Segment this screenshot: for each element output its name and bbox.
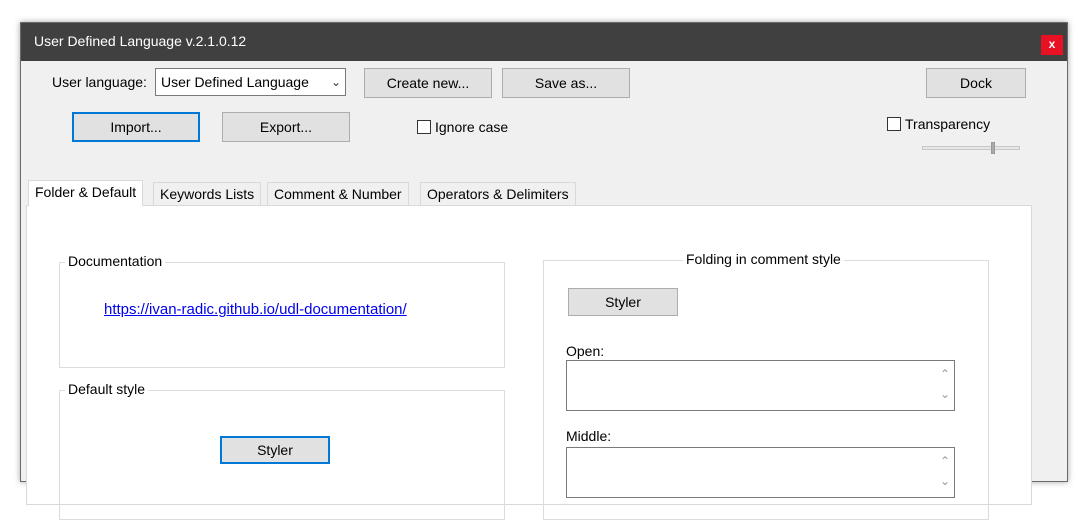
- export-button[interactable]: Export...: [222, 112, 350, 142]
- save-as-button[interactable]: Save as...: [502, 68, 630, 98]
- title-bar[interactable]: User Defined Language v.2.1.0.12 x: [21, 23, 1067, 61]
- import-button[interactable]: Import...: [72, 112, 200, 142]
- scroll-up-icon[interactable]: ⌃: [940, 367, 950, 381]
- dock-button[interactable]: Dock: [926, 68, 1026, 98]
- window-title: User Defined Language v.2.1.0.12: [34, 33, 247, 49]
- open-textarea[interactable]: ⌃ ⌄: [566, 360, 955, 411]
- tab-comment-number[interactable]: Comment & Number: [267, 182, 409, 206]
- user-language-label: User language:: [52, 74, 147, 90]
- user-language-value: User Defined Language: [161, 74, 309, 90]
- scroll-up-icon[interactable]: ⌃: [940, 454, 950, 468]
- documentation-link[interactable]: https://ivan-radic.github.io/udl-documen…: [104, 301, 407, 318]
- tab-keywords-lists[interactable]: Keywords Lists: [153, 182, 262, 206]
- transparency-label: Transparency: [905, 116, 991, 132]
- close-button[interactable]: x: [1041, 35, 1063, 55]
- create-new-button[interactable]: Create new...: [364, 68, 492, 98]
- udl-dialog-window: User Defined Language v.2.1.0.12 x User …: [20, 22, 1068, 520]
- folding-comment-style-legend: Folding in comment style: [683, 251, 844, 267]
- transparency-slider-track[interactable]: [922, 146, 1020, 150]
- documentation-legend: Documentation: [65, 253, 166, 269]
- ignore-case-label: Ignore case: [435, 119, 509, 135]
- scroll-down-icon[interactable]: ⌄: [940, 387, 950, 401]
- middle-label: Middle:: [566, 428, 612, 444]
- transparency-slider-thumb[interactable]: [990, 142, 995, 154]
- middle-textarea[interactable]: ⌃ ⌄: [566, 447, 955, 498]
- default-style-legend: Default style: [65, 381, 149, 397]
- tab-folder-default[interactable]: Folder & Default: [28, 180, 144, 206]
- scroll-down-icon[interactable]: ⌄: [940, 474, 950, 488]
- transparency-checkbox[interactable]: [887, 117, 901, 131]
- user-language-dropdown[interactable]: User Defined Language ⌄: [155, 68, 346, 96]
- chevron-down-icon: ⌄: [330, 75, 341, 89]
- folding-styler-button[interactable]: Styler: [568, 288, 678, 316]
- tab-panel: Documentation https://ivan-radic.github.…: [26, 205, 1032, 520]
- ignore-case-checkbox[interactable]: [417, 120, 431, 134]
- tab-operators-delimiters[interactable]: Operators & Delimiters: [420, 182, 576, 206]
- open-label: Open:: [566, 343, 605, 359]
